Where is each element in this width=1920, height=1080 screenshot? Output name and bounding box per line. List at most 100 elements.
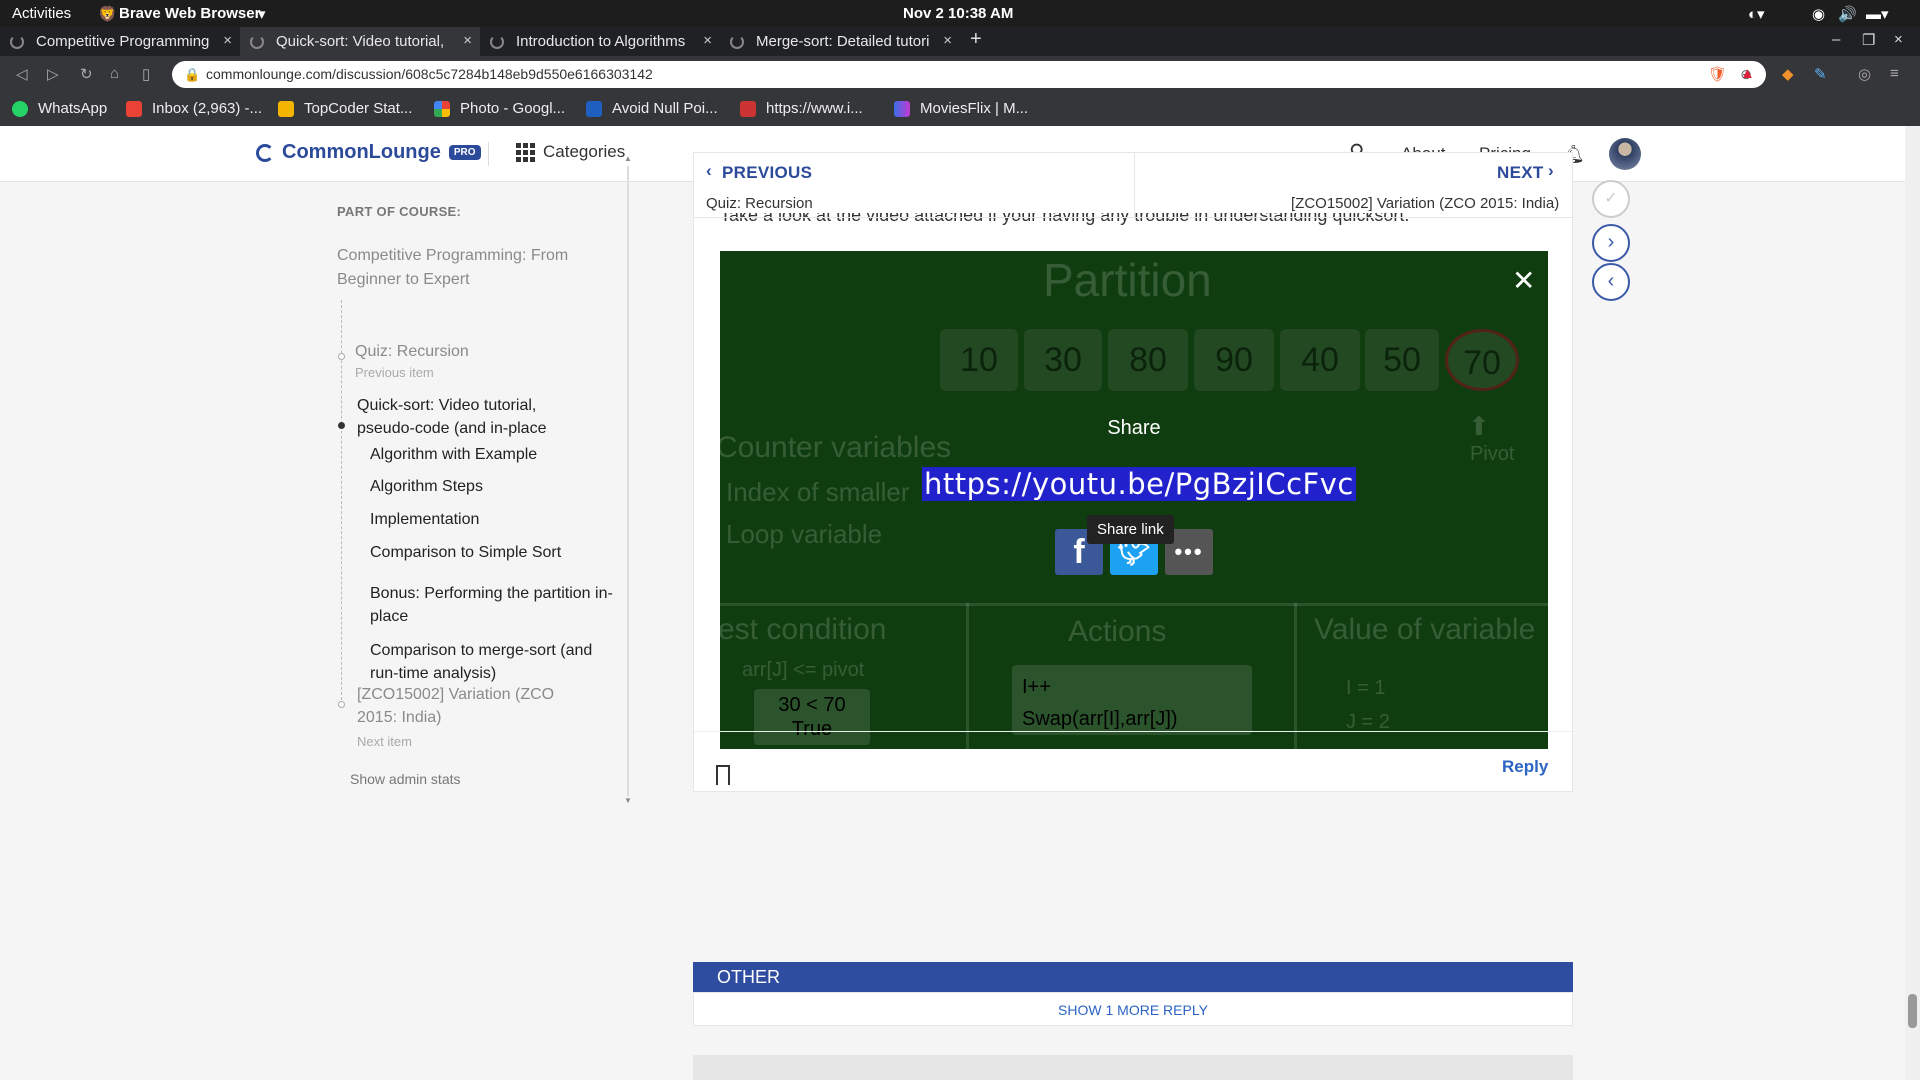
chevron-down-icon: ▾ bbox=[258, 6, 266, 23]
close-icon[interactable]: ✕ bbox=[1512, 267, 1535, 295]
extension-pen-icon[interactable]: ✎ bbox=[1814, 65, 1827, 83]
intro-text: Take a look at the video attached if you… bbox=[720, 213, 1410, 225]
bookmark-topcoder[interactable]: TopCoder Stat... bbox=[278, 100, 412, 117]
share-title: Share bbox=[1107, 417, 1161, 439]
close-icon[interactable]: × bbox=[223, 32, 232, 49]
chevron-left-icon[interactable]: ‹ bbox=[1592, 263, 1630, 301]
bookmark-label: Inbox (2,963) -... bbox=[152, 100, 263, 117]
section-link[interactable]: Algorithm Steps bbox=[370, 475, 483, 498]
reply-button[interactable]: Reply bbox=[1502, 757, 1548, 777]
next-button[interactable]: NEXT bbox=[1497, 163, 1544, 183]
discussion-card: Take a look at the video attached if you… bbox=[693, 152, 1574, 792]
next-item-label: Next item bbox=[357, 734, 412, 749]
sidebar-next-item[interactable]: [ZCO15002] Variation (ZCO 2015: India) bbox=[357, 683, 597, 729]
close-window-button[interactable]: × bbox=[1894, 31, 1903, 48]
tab-title: Merge-sort: Detailed tutori bbox=[756, 33, 930, 50]
tab-competitive-programming[interactable]: Competitive Programming × bbox=[0, 27, 240, 56]
check-icon[interactable]: ✓ bbox=[1592, 180, 1630, 218]
show-more-replies-button[interactable]: SHOW 1 MORE REPLY bbox=[693, 992, 1573, 1026]
bookmark-avoid-null[interactable]: Avoid Null Poi... bbox=[586, 100, 718, 117]
condition-result: True bbox=[791, 718, 833, 740]
chevron-right-icon[interactable]: › bbox=[1592, 224, 1630, 262]
close-icon[interactable]: × bbox=[463, 32, 472, 49]
video-player[interactable]: Partition 10 30 80 90 40 50 70 ⬆ Pivot C… bbox=[720, 251, 1548, 749]
forward-icon[interactable]: ▷ bbox=[47, 65, 59, 83]
bookmark-moviesflix[interactable]: MoviesFlix | M... bbox=[894, 100, 1028, 117]
section-link[interactable]: Bonus: Performing the partition in-place bbox=[370, 582, 620, 628]
brave-rewards-icon[interactable]: ▲ bbox=[1740, 65, 1755, 82]
bookmark-page-icon[interactable]: ▯ bbox=[142, 65, 150, 83]
sidebar-prev-item[interactable]: Quiz: Recursion bbox=[355, 340, 469, 363]
bookmark-google-photos[interactable]: Photo - Googl... bbox=[434, 100, 565, 117]
bookmark-https[interactable]: https://www.i... bbox=[740, 100, 863, 117]
next-title[interactable]: [ZCO15002] Variation (ZCO 2015: India) bbox=[1291, 195, 1559, 212]
clock[interactable]: Nov 2 10:38 AM bbox=[903, 5, 1013, 22]
tab-title: Quick-sort: Video tutorial, bbox=[276, 33, 445, 50]
avatar[interactable] bbox=[1609, 138, 1641, 170]
bookmark-whatsapp[interactable]: WhatsApp bbox=[12, 100, 107, 117]
scroll-thumb[interactable] bbox=[1908, 994, 1917, 1028]
brave-shields-icon[interactable]: 🛡 bbox=[1708, 65, 1727, 83]
header-divider bbox=[488, 142, 489, 166]
reload-icon[interactable]: ↻ bbox=[80, 65, 93, 83]
extension-icon[interactable]: ◆ bbox=[1782, 65, 1794, 83]
menu-icon[interactable]: ≡ bbox=[1890, 65, 1899, 82]
volume-icon[interactable]: 🔊 bbox=[1838, 5, 1857, 23]
nav-separator bbox=[694, 217, 1574, 218]
loading-icon bbox=[730, 34, 744, 49]
array-cell: 80 bbox=[1108, 329, 1188, 391]
tree-dot-current bbox=[338, 422, 345, 429]
site-logo[interactable]: CommonLounge PRO bbox=[256, 141, 481, 164]
section-link[interactable]: Implementation bbox=[370, 508, 479, 531]
actions-header: Actions bbox=[1068, 615, 1167, 648]
section-link[interactable]: Comparison to merge-sort (and run-time a… bbox=[370, 639, 620, 685]
bookmark-label: Photo - Googl... bbox=[460, 100, 566, 117]
tab-title: Competitive Programming bbox=[36, 33, 210, 50]
nav-divider bbox=[1134, 153, 1135, 217]
new-tab-button[interactable]: + bbox=[970, 28, 982, 51]
sidebar-current-item[interactable]: Quick-sort: Video tutorial, pseudo-code … bbox=[357, 394, 577, 440]
card-divider bbox=[694, 731, 1574, 732]
tab-quick-sort[interactable]: Quick-sort: Video tutorial, × bbox=[240, 27, 480, 56]
loading-icon bbox=[250, 34, 264, 49]
minimize-button[interactable]: – bbox=[1832, 31, 1840, 48]
action-line: I++ bbox=[1022, 676, 1051, 698]
test-header: est condition bbox=[720, 613, 887, 646]
show-admin-stats-link[interactable]: Show admin stats bbox=[350, 768, 461, 791]
sidebar-scrollbar[interactable]: ▲ ▼ bbox=[622, 154, 634, 806]
activities-button[interactable]: Activities bbox=[12, 5, 71, 22]
battery-icon[interactable]: ▬▾ bbox=[1866, 5, 1889, 23]
value-i: I = 1 bbox=[1346, 677, 1386, 699]
close-icon[interactable]: × bbox=[943, 32, 952, 49]
back-icon[interactable]: ◁ bbox=[16, 65, 28, 83]
bookmark-label: Avoid Null Poi... bbox=[612, 100, 718, 117]
home-icon[interactable]: ⌂ bbox=[110, 65, 119, 82]
video-title: Partition bbox=[1043, 254, 1212, 306]
address-bar[interactable]: 🔒 commonlounge.com/discussion/608c5c7284… bbox=[172, 61, 1766, 88]
section-link[interactable]: Algorithm with Example bbox=[370, 443, 537, 466]
profile-icon[interactable]: ◎ bbox=[1858, 65, 1871, 83]
share-url[interactable]: https://youtu.be/PgBzjICcFvc bbox=[922, 467, 1356, 501]
restore-button[interactable]: ❐ bbox=[1862, 31, 1875, 49]
network-icon[interactable]: ◉ bbox=[1812, 5, 1825, 23]
browser-icon: 🦁 bbox=[98, 6, 117, 23]
bookmark-icon[interactable] bbox=[716, 765, 730, 785]
course-link[interactable]: Competitive Programming: From Beginner t… bbox=[337, 244, 597, 292]
tab-introduction-to-algorithms[interactable]: Introduction to Algorithms × bbox=[480, 27, 720, 56]
bookmark-label: WhatsApp bbox=[38, 100, 108, 117]
page-scrollbar[interactable] bbox=[1905, 126, 1920, 1080]
previous-button[interactable]: PREVIOUS bbox=[722, 163, 812, 183]
bookmark-gmail[interactable]: Inbox (2,963) -... bbox=[126, 100, 262, 117]
scroll-down-icon[interactable]: ▼ bbox=[624, 796, 632, 805]
array-cell: 30 bbox=[1024, 329, 1102, 391]
previous-title[interactable]: Quiz: Recursion bbox=[706, 195, 813, 212]
close-icon[interactable]: × bbox=[703, 32, 712, 49]
categories-menu[interactable]: Categories bbox=[516, 142, 625, 162]
prev-item-label: Previous item bbox=[355, 365, 434, 380]
logo-text: CommonLounge bbox=[282, 141, 441, 163]
scroll-up-icon[interactable]: ▲ bbox=[624, 154, 632, 163]
accessibility-icon[interactable]: ◐▾ bbox=[1748, 5, 1765, 23]
section-link[interactable]: Comparison to Simple Sort bbox=[370, 541, 561, 564]
tab-merge-sort[interactable]: Merge-sort: Detailed tutori × bbox=[720, 27, 960, 56]
app-menu[interactable]: Brave Web Browser bbox=[119, 5, 260, 22]
